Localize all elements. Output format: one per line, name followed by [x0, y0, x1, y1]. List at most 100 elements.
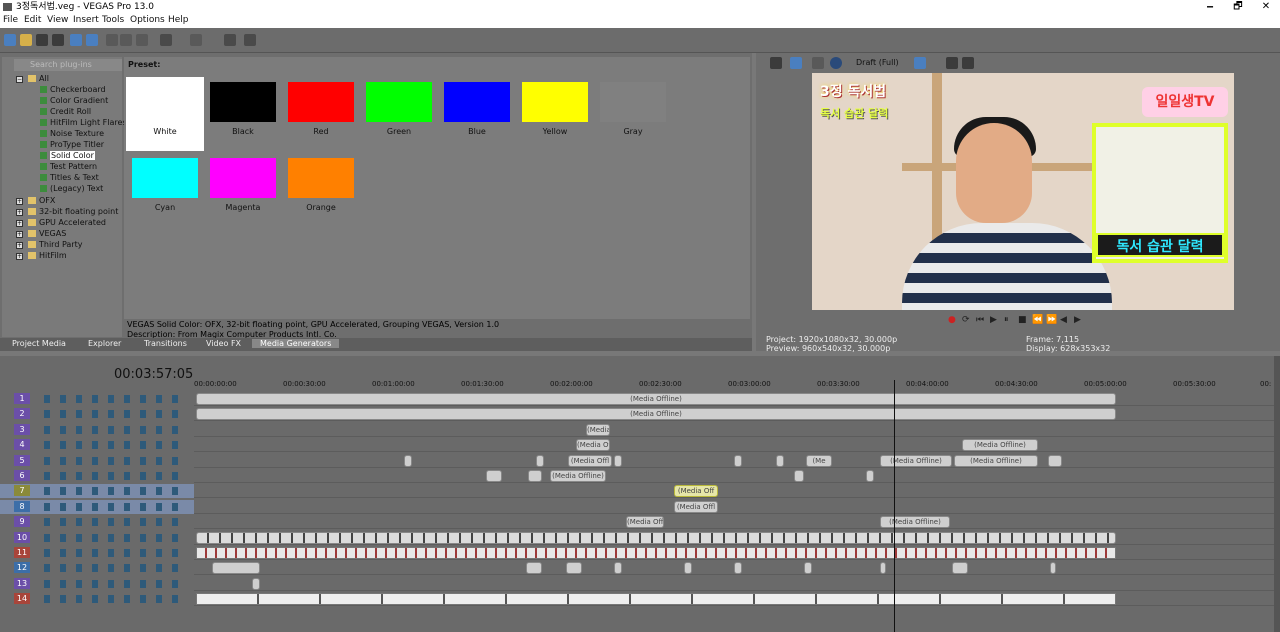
tree-item-hitfilm[interactable]: HitFilm [28, 251, 67, 261]
track-controls[interactable] [44, 410, 188, 419]
tree-item-vegas[interactable]: VEGAS [28, 229, 66, 239]
video-clip[interactable] [528, 470, 542, 482]
time-ruler[interactable]: 00:00:00:00 00:00:30:00 00:01:00:00 00:0… [194, 376, 1274, 390]
preset-orange[interactable]: Orange [282, 153, 360, 227]
preset-gray[interactable]: Gray [594, 77, 672, 151]
track-header[interactable]: 10 [0, 531, 194, 545]
track-controls[interactable] [44, 579, 188, 588]
tree-item-legacy-text[interactable]: (Legacy) Text [40, 184, 103, 194]
overlays-icon[interactable] [914, 57, 926, 69]
menu-tools[interactable]: Tools [102, 15, 124, 25]
track-lane[interactable] [194, 438, 1274, 453]
tree-item-32bit[interactable]: 32-bit floating point [28, 207, 118, 217]
menu-file[interactable]: File [3, 15, 18, 25]
track-controls[interactable] [44, 502, 188, 511]
video-clip[interactable] [794, 470, 804, 482]
undo-icon[interactable] [160, 34, 172, 46]
stop-icon[interactable]: ■ [1018, 315, 1027, 325]
track-controls[interactable] [44, 518, 188, 527]
video-clip[interactable] [866, 470, 874, 482]
paste-icon[interactable] [136, 34, 148, 46]
menu-help[interactable]: Help [168, 15, 189, 25]
tree-item-color-gradient[interactable]: Color Gradient [40, 96, 108, 106]
menu-insert[interactable]: Insert [73, 15, 99, 25]
tree-item-solid-color[interactable]: Solid Color [40, 151, 95, 161]
expand-icon[interactable]: + [16, 253, 23, 260]
video-clip[interactable]: (Media Offl [674, 500, 718, 513]
tab-project-media[interactable]: Project Media [12, 339, 66, 348]
track-header[interactable]: 2 [0, 407, 194, 421]
video-clip[interactable] [486, 470, 502, 482]
track-header[interactable]: 9 [0, 515, 194, 529]
preset-magenta[interactable]: Magenta [204, 153, 282, 227]
track-header[interactable]: 8 [0, 499, 194, 514]
video-clip[interactable]: (Media Offline) [962, 439, 1038, 452]
track-controls[interactable] [44, 533, 188, 542]
expand-icon[interactable]: + [16, 220, 23, 227]
track-header[interactable]: 3 [0, 423, 194, 437]
project-settings-icon[interactable] [770, 57, 782, 69]
track-lane[interactable] [194, 515, 1274, 530]
preset-red[interactable]: Red [282, 77, 360, 151]
video-clip[interactable]: (Media Off [576, 439, 610, 452]
preset-black[interactable]: Black [204, 77, 282, 151]
video-clip[interactable]: (Media Offline) [880, 454, 952, 467]
video-clip[interactable]: (Media Off [626, 516, 664, 529]
video-clip[interactable]: (Media Offline) [880, 516, 950, 529]
enable-snapping-icon[interactable] [224, 34, 236, 46]
expand-icon[interactable]: + [16, 198, 23, 205]
copy-icon[interactable] [120, 34, 132, 46]
preview-quality-dropdown[interactable]: Draft (Full) [856, 58, 899, 67]
tree-item-ofx[interactable]: OFX [28, 196, 55, 206]
go-to-end-icon[interactable]: ⏩ [1046, 315, 1057, 325]
video-clip[interactable]: (Media [586, 423, 610, 436]
split-screen-icon[interactable] [812, 57, 824, 69]
preset-yellow[interactable]: Yellow [516, 77, 594, 151]
timeline-scrollbar[interactable] [1274, 356, 1280, 632]
save-icon[interactable] [36, 34, 48, 46]
properties-icon[interactable] [70, 34, 82, 46]
audio-clip[interactable] [614, 562, 622, 575]
tree-item-checkerboard[interactable]: Checkerboard [40, 85, 106, 95]
play-from-start-icon[interactable]: ⏮ [976, 315, 984, 325]
track-lane[interactable] [194, 423, 1274, 437]
menu-options[interactable]: Options [130, 15, 165, 25]
tree-item-hitfilm-light-flares[interactable]: HitFilm Light Flares [40, 118, 127, 128]
track-header[interactable]: 7 [0, 484, 194, 499]
audio-clip[interactable] [952, 562, 968, 575]
audio-clip[interactable] [880, 562, 886, 575]
playhead-cursor[interactable] [894, 380, 895, 632]
track-lane[interactable] [194, 484, 1274, 499]
play-icon[interactable]: ▶ [990, 315, 997, 325]
track-header[interactable]: 1 [0, 392, 194, 406]
cut-icon[interactable] [106, 34, 118, 46]
track-header[interactable]: 14 [0, 592, 194, 606]
track-controls[interactable] [44, 456, 188, 465]
track-header[interactable]: 13 [0, 577, 194, 591]
minimize-button[interactable]: 🗕 [1200, 0, 1220, 14]
expand-icon[interactable]: + [16, 242, 23, 249]
audio-clip[interactable] [526, 562, 542, 575]
go-to-start-icon[interactable]: ⏪ [1032, 315, 1043, 325]
expand-icon[interactable]: + [16, 209, 23, 216]
track-controls[interactable] [44, 595, 188, 604]
track-controls[interactable] [44, 487, 188, 496]
new-icon[interactable] [4, 34, 16, 46]
audio-clip[interactable] [566, 562, 582, 575]
maximize-button[interactable]: 🗗 [1228, 0, 1248, 14]
audio-clip[interactable] [734, 562, 742, 575]
tree-item-third-party[interactable]: Third Party [28, 240, 82, 250]
menu-edit[interactable]: Edit [24, 15, 41, 25]
expand-icon[interactable]: + [16, 231, 23, 238]
track-lane[interactable] [194, 577, 1274, 591]
tree-item-all[interactable]: All [28, 74, 49, 84]
track-header[interactable]: 6 [0, 469, 194, 483]
collapse-all-icon[interactable]: − [16, 76, 23, 83]
preset-blue[interactable]: Blue [438, 77, 516, 151]
tree-item-noise-texture[interactable]: Noise Texture [40, 129, 104, 139]
video-clip[interactable] [404, 454, 412, 467]
save-as-icon[interactable] [52, 34, 64, 46]
tab-transitions[interactable]: Transitions [144, 339, 187, 348]
preset-white[interactable]: White [126, 77, 204, 151]
track-controls[interactable] [44, 564, 188, 573]
